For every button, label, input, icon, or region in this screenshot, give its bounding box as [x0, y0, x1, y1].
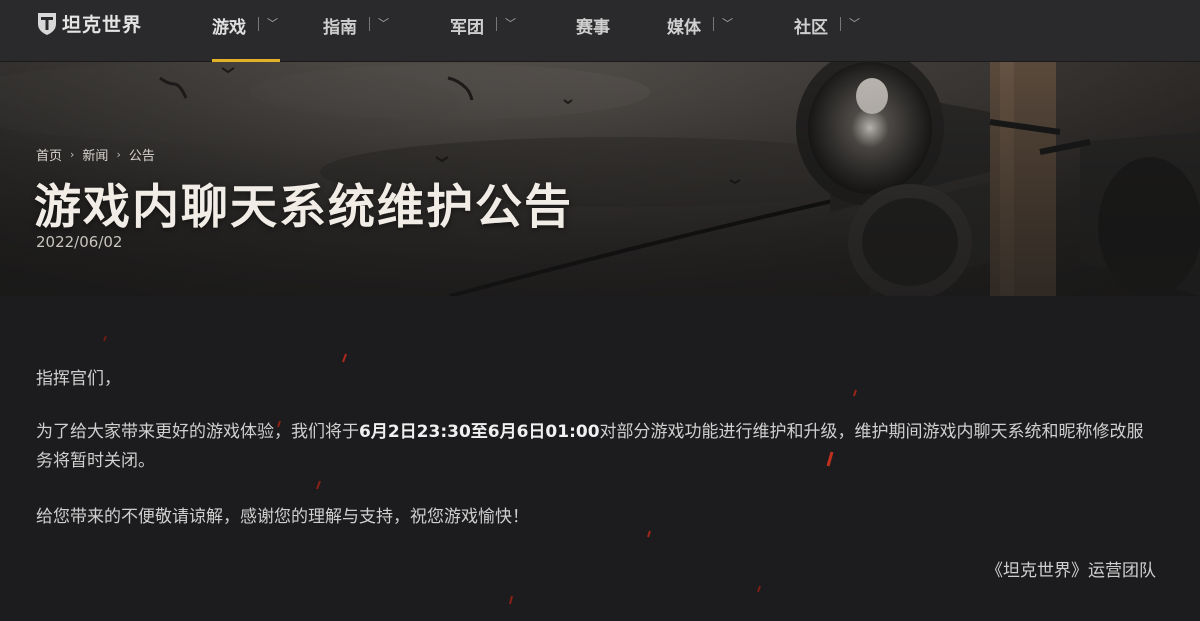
top-nav-bar: 坦克世界 游戏 ﹀ 指南 ﹀ 军团 ﹀ 赛事 媒体 ﹀ 社区 ﹀ — [0, 0, 1200, 62]
breadcrumb-home[interactable]: 首页 — [36, 145, 62, 164]
page-title: 游戏内聊天系统维护公告 — [34, 180, 573, 235]
nav-label: 赛事 — [576, 18, 610, 38]
breadcrumb-announcement[interactable]: 公告 — [129, 145, 155, 164]
nav-item-esports[interactable]: 赛事 — [576, 0, 667, 62]
nav-label: 指南 — [323, 18, 357, 38]
nav-label: 媒体 — [667, 18, 701, 38]
breadcrumb: 首页 › 新闻 › 公告 — [36, 145, 155, 164]
chevron-down-icon[interactable]: ﹀ — [267, 15, 278, 31]
nav-divider — [369, 17, 370, 31]
chevron-down-icon[interactable]: ﹀ — [378, 15, 389, 31]
nav-item-game[interactable]: 游戏 ﹀ — [196, 0, 323, 62]
maintenance-time-window: 6月2日23:30至6月6日01:00 — [359, 422, 600, 442]
nav-label: 社区 — [794, 18, 828, 38]
active-tab-indicator — [212, 59, 280, 62]
maintenance-paragraph: 为了给大家带来更好的游戏体验，我们将于6月2日23:30至6月6日01:00对部… — [36, 418, 1156, 476]
chevron-right-icon: › — [116, 148, 121, 161]
chevron-down-icon[interactable]: ﹀ — [849, 15, 860, 31]
nav-item-guide[interactable]: 指南 ﹀ — [323, 0, 450, 62]
nav-divider — [258, 17, 259, 31]
nav-item-clan[interactable]: 军团 ﹀ — [450, 0, 576, 62]
chevron-right-icon: › — [70, 148, 75, 161]
signature: 《坦克世界》运营团队 — [986, 561, 1156, 581]
publish-date: 2022/06/02 — [36, 233, 123, 251]
apology-paragraph: 给您带来的不便敬请谅解，感谢您的理解与支持，祝您游戏愉快！ — [36, 507, 529, 527]
article-hero-banner: 首页 › 新闻 › 公告 游戏内聊天系统维护公告 2022/06/02 — [0, 62, 1200, 296]
greeting-paragraph: 指挥官们， — [36, 369, 121, 389]
nav-item-community[interactable]: 社区 ﹀ — [794, 0, 894, 62]
nav-divider — [713, 17, 714, 31]
maintenance-text-prefix: 为了给大家带来更好的游戏体验，我们将于 — [36, 422, 359, 442]
nav-label: 游戏 — [212, 18, 246, 38]
nav-label: 军团 — [450, 18, 484, 38]
chevron-down-icon[interactable]: ﹀ — [722, 15, 733, 31]
nav-divider — [840, 17, 841, 31]
brand-logo[interactable]: 坦克世界 — [36, 8, 142, 38]
nav-divider — [496, 17, 497, 31]
nav-item-media[interactable]: 媒体 ﹀ — [667, 0, 794, 62]
article-body: 指挥官们， 为了给大家带来更好的游戏体验，我们将于6月2日23:30至6月6日0… — [0, 296, 1200, 621]
main-nav: 游戏 ﹀ 指南 ﹀ 军团 ﹀ 赛事 媒体 ﹀ 社区 ﹀ — [196, 0, 894, 62]
tank-shield-icon — [38, 13, 56, 35]
breadcrumb-news[interactable]: 新闻 — [82, 145, 108, 164]
chevron-down-icon[interactable]: ﹀ — [505, 15, 516, 31]
brand-name: 坦克世界 — [62, 13, 143, 36]
